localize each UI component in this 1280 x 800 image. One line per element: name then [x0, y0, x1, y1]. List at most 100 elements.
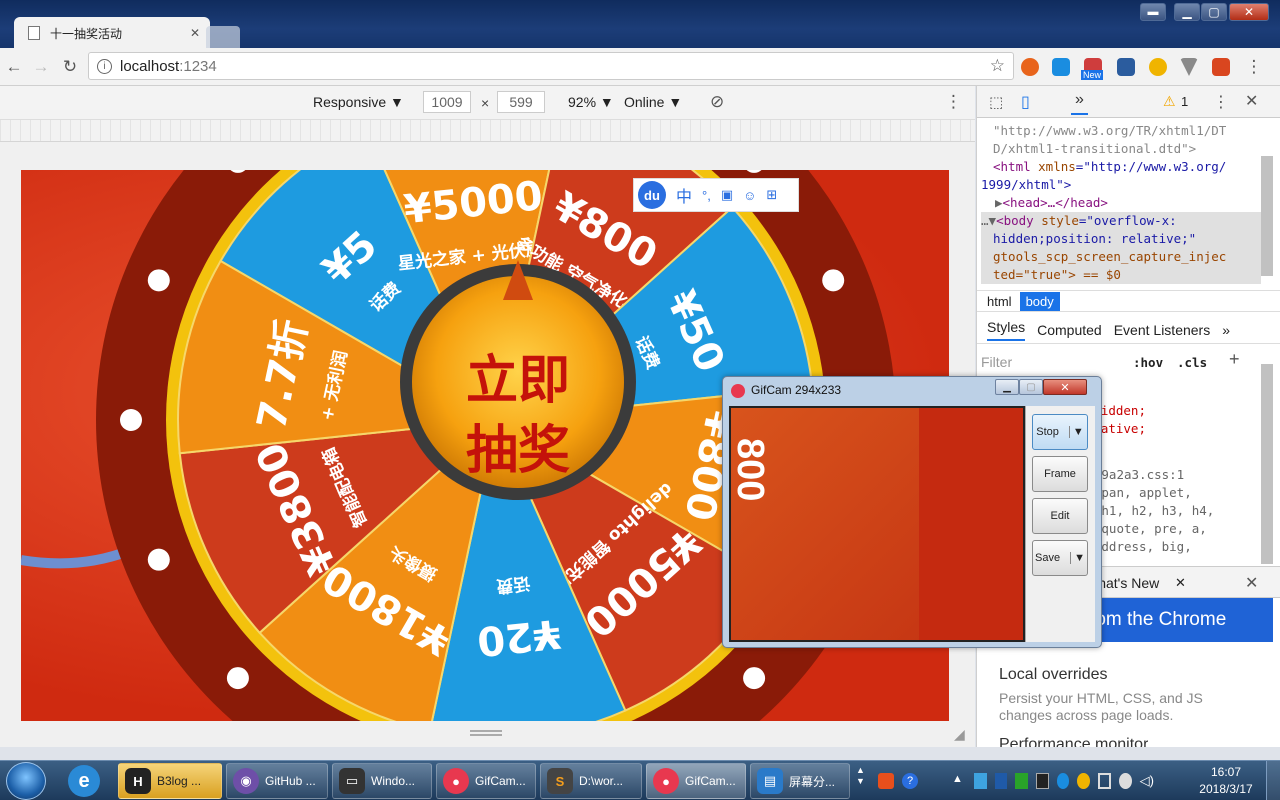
device-mode-select[interactable]: Responsive ▼: [313, 94, 404, 110]
breadcrumb-html[interactable]: html: [983, 294, 1016, 309]
gifcam-edit-button[interactable]: Edit: [1032, 498, 1088, 534]
taskbar-item-github[interactable]: ◉ GitHub ...: [226, 763, 328, 799]
add-rule-icon[interactable]: +: [1229, 349, 1240, 370]
chinese-mode-icon[interactable]: 中: [676, 183, 692, 207]
tray-volume-icon[interactable]: ◁): [1140, 773, 1154, 789]
more-tabs-icon[interactable]: »: [1071, 91, 1088, 115]
extension-office-icon[interactable]: [1212, 58, 1230, 76]
device-toggle-icon[interactable]: ▯: [1021, 92, 1030, 112]
devtools-menu-icon[interactable]: ⋮: [1213, 92, 1229, 112]
dom-tree[interactable]: "http://www.w3.org/TR/xhtml1/DT D/xhtml1…: [981, 122, 1261, 290]
forward-icon[interactable]: →: [31, 57, 51, 77]
cls-toggle[interactable]: .cls: [1177, 354, 1207, 372]
dom-attr: style: [1041, 213, 1079, 228]
styles-scrollbar[interactable]: [1261, 364, 1273, 564]
tray-help-icon[interactable]: ?: [902, 773, 918, 789]
taskbar-item-screen[interactable]: ▤ 屏幕分...: [750, 763, 850, 799]
more-subtabs-icon[interactable]: »: [1222, 322, 1230, 338]
tab-active[interactable]: 十一抽奖活动 ✕: [14, 17, 210, 49]
extension-camera-icon[interactable]: [1117, 58, 1135, 76]
ie-icon[interactable]: e: [68, 765, 100, 797]
gifcam-minimize-button[interactable]: ▁: [995, 379, 1019, 395]
du-input-toolbar[interactable]: du 中 °, ▣ ☺ ⊞: [633, 178, 799, 212]
gifcam-save-button[interactable]: Save ▼: [1032, 540, 1088, 576]
width-input[interactable]: 1009: [423, 91, 471, 113]
close-tab-icon[interactable]: ✕: [190, 26, 200, 40]
taskbar-item-gifcam-2[interactable]: ● GifCam...: [646, 763, 746, 799]
tray-network-icon[interactable]: [1097, 773, 1112, 789]
extension-orange-icon[interactable]: [1021, 58, 1039, 76]
warning-icon[interactable]: ⚠: [1163, 93, 1176, 110]
gifcam-frame-button[interactable]: Frame: [1032, 456, 1088, 492]
start-button[interactable]: [6, 762, 46, 800]
inspect-icon[interactable]: ⬚: [989, 93, 1003, 111]
tray-qq-icon[interactable]: [1077, 773, 1090, 789]
close-whats-new-icon[interactable]: ✕: [1175, 575, 1186, 591]
gifcam-capture-frame: 800: [729, 406, 1025, 642]
gifcam-close-button[interactable]: ✕: [1043, 379, 1087, 395]
extension-blue-icon[interactable]: [1052, 58, 1070, 76]
dom-head-node[interactable]: <head>…</head>: [1003, 195, 1108, 210]
hov-toggle[interactable]: :hov: [1133, 354, 1163, 372]
tab-computed[interactable]: Computed: [1037, 322, 1102, 338]
tray-app-icon[interactable]: [1035, 773, 1049, 789]
dom-scrollbar[interactable]: [1261, 156, 1273, 276]
tray-app-icon[interactable]: [974, 773, 987, 789]
tray-app-icon[interactable]: [1056, 773, 1070, 789]
tray-app-icon[interactable]: [994, 773, 1008, 789]
minimize-button[interactable]: ▁: [1174, 3, 1200, 21]
styles-filter[interactable]: Filter: [981, 354, 1012, 370]
bookmark-star-icon[interactable]: ☆: [990, 56, 1005, 76]
back-icon[interactable]: ←: [4, 57, 24, 77]
maximize-button[interactable]: ▢: [1201, 3, 1227, 21]
breadcrumb-body[interactable]: body: [1019, 291, 1060, 311]
taskbar-item-sublime[interactable]: S D:\wor...: [540, 763, 642, 799]
b3log-icon: H: [125, 768, 151, 794]
gifcam-maximize-button[interactable]: ▢: [1019, 379, 1043, 395]
tray-expand-icon[interactable]: ▲: [952, 773, 963, 785]
taskbar-item-b3log[interactable]: H B3log ...: [118, 763, 222, 799]
tray-app-icon[interactable]: [1119, 773, 1132, 789]
tab-styles[interactable]: Styles: [987, 319, 1026, 341]
reload-icon[interactable]: ↻: [60, 57, 80, 77]
new-tab-button[interactable]: [206, 26, 240, 48]
resize-handle-bottom[interactable]: [470, 730, 502, 736]
tab-event-listeners[interactable]: Event Listeners: [1114, 322, 1211, 338]
tray-sogou-icon[interactable]: [878, 773, 894, 789]
tray-app-icon[interactable]: [1015, 773, 1028, 789]
tray-icons: ◁): [974, 773, 1154, 789]
profile-icon[interactable]: ▬: [1140, 3, 1166, 21]
dom-line: hidden;position: relative;": [981, 230, 1261, 248]
taskbar-item-gifcam-1[interactable]: ● GifCam...: [436, 763, 536, 799]
warning-count[interactable]: 1: [1181, 94, 1188, 109]
more-options-icon[interactable]: ⋮: [945, 92, 962, 112]
taskbar-item-windows[interactable]: ▭ Windo...: [332, 763, 432, 799]
clock-date[interactable]: 2018/3/17: [1194, 782, 1258, 796]
extension-moon-icon[interactable]: [1149, 58, 1167, 76]
gifcam-icon: ●: [443, 768, 469, 794]
punctuation-icon[interactable]: °,: [702, 188, 711, 203]
gifcam-stop-button[interactable]: Stop ▼: [1032, 414, 1088, 450]
show-desktop-button[interactable]: [1266, 761, 1280, 800]
resize-corner[interactable]: ◢: [954, 726, 965, 743]
height-input[interactable]: 599: [497, 91, 545, 113]
toolbox-icon[interactable]: ▣: [721, 187, 733, 203]
address-bar[interactable]: i localhost:1234 ☆: [88, 52, 1014, 80]
zoom-select[interactable]: 92% ▼: [568, 94, 614, 110]
rotate-icon[interactable]: ⊘: [710, 92, 724, 112]
network-select[interactable]: Online ▼: [624, 94, 682, 110]
dom-attr: xmlns: [1038, 159, 1076, 174]
info-icon[interactable]: i: [97, 58, 112, 74]
grid-icon[interactable]: ⊞: [766, 187, 777, 203]
close-devtools-icon[interactable]: ✕: [1245, 91, 1258, 111]
clock-time[interactable]: 16:07: [1194, 765, 1258, 779]
dom-line: ted="true"> == $0: [981, 266, 1261, 284]
menu-icon[interactable]: ⋮: [1244, 57, 1264, 77]
close-window-button[interactable]: ✕: [1229, 3, 1269, 21]
extension-vue-icon[interactable]: [1180, 58, 1198, 76]
du-logo[interactable]: du: [638, 181, 666, 209]
close-drawer-icon[interactable]: ✕: [1245, 573, 1258, 593]
taskbar-scroll[interactable]: ▲ ▼: [856, 765, 866, 797]
dom-body-node[interactable]: <body: [996, 213, 1041, 228]
user-icon[interactable]: ☺: [743, 188, 756, 203]
